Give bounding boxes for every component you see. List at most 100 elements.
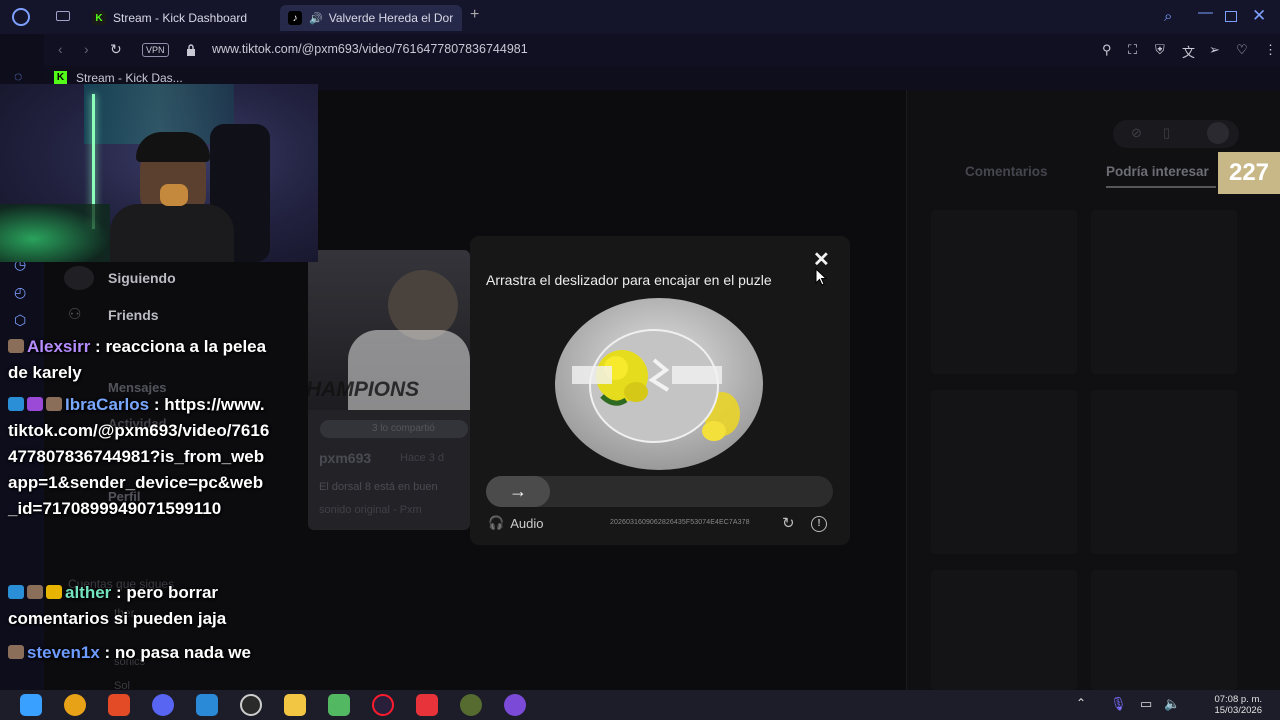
puzzle-image xyxy=(554,296,764,472)
opera-gx-icon[interactable] xyxy=(372,694,394,716)
close-window-icon[interactable]: ✕ xyxy=(1252,6,1266,26)
video-sound[interactable]: sonido original - Pxm xyxy=(319,504,422,516)
coin-app-icon[interactable] xyxy=(64,694,86,716)
brave-icon[interactable] xyxy=(108,694,130,716)
tab-suggested[interactable]: Podría interesar xyxy=(1106,164,1209,179)
device-icon[interactable]: ▯ xyxy=(1163,125,1170,141)
suggested-video-tile[interactable] xyxy=(1091,570,1237,690)
headphones-icon: 🎧 xyxy=(488,515,505,530)
chat-username[interactable]: steven1x xyxy=(27,643,100,662)
tab-comments[interactable]: Comentarios xyxy=(965,164,1048,179)
streamer-hair xyxy=(136,132,210,162)
captcha-slider-track[interactable]: → xyxy=(486,476,833,507)
nav-friends[interactable]: Friends xyxy=(108,307,159,323)
tab-islands-icon[interactable] xyxy=(56,11,70,21)
opera-logo-icon[interactable] xyxy=(12,8,30,26)
panel-actions: ⊘ ▯ xyxy=(1113,120,1239,148)
app-icon[interactable] xyxy=(460,694,482,716)
aria-icon[interactable]: ◌ xyxy=(14,68,22,84)
emote-badge-icon xyxy=(46,397,62,411)
vpn-badge[interactable]: VPN xyxy=(142,43,169,57)
chat-message: IbraCarlos : https://www.tiktok.com/@pxm… xyxy=(8,395,270,518)
chat-text: no pasa nada we xyxy=(114,643,251,662)
new-tab-icon[interactable]: + xyxy=(470,6,479,24)
tab-kick-dashboard[interactable]: K Stream - Kick Dashboard xyxy=(84,5,274,31)
video-description: El dorsal 8 está en buen xyxy=(319,481,438,493)
snapshot-icon[interactable]: ⛶ xyxy=(1128,42,1137,58)
avatar[interactable] xyxy=(1207,122,1229,144)
boost-badge-icon xyxy=(8,585,24,599)
taskbar-clock[interactable]: 07:08 p. m. 15/03/2026 xyxy=(1214,694,1262,716)
search-icon[interactable]: ⌕ xyxy=(1164,8,1172,25)
boost-badge-icon xyxy=(8,397,24,411)
emote-badge-icon xyxy=(8,645,24,659)
suggested-video-tile[interactable] xyxy=(1091,210,1237,374)
chat-app-icon[interactable] xyxy=(504,694,526,716)
speaker-icon[interactable]: 🔊 xyxy=(309,12,323,25)
shield-icon[interactable]: ⛨ xyxy=(1155,42,1165,58)
clock-time: 07:08 p. m. xyxy=(1214,694,1262,705)
chat-username[interactable]: IbraCarlos xyxy=(65,395,149,414)
chat-username[interactable]: alther xyxy=(65,583,111,602)
chat-username[interactable]: Alexsirr xyxy=(27,337,90,356)
lock-icon[interactable] xyxy=(186,43,196,56)
video-time: Hace 3 d xyxy=(400,452,445,464)
discord-icon[interactable] xyxy=(152,694,174,716)
maximize-icon[interactable] xyxy=(1225,11,1237,22)
suggested-video-tile[interactable] xyxy=(931,390,1077,554)
forward-icon[interactable]: › xyxy=(84,41,89,57)
clock-icon[interactable]: ◴ xyxy=(14,284,26,301)
translate-icon[interactable]: 文 xyxy=(1182,42,1195,61)
url-field[interactable]: www.tiktok.com/@pxm693/video/76164778078… xyxy=(212,42,528,56)
captcha-id: 2026031609062826435F53074E4EC7A378 xyxy=(610,519,750,526)
reload-icon[interactable]: ↻ xyxy=(110,41,122,58)
gem-badge-icon xyxy=(27,397,43,411)
store-icon[interactable] xyxy=(196,694,218,716)
jersey-text: HAMPIONS xyxy=(308,378,420,401)
back-icon[interactable]: ‹ xyxy=(58,41,63,57)
file-explorer-icon[interactable] xyxy=(284,694,306,716)
viewer-counter: 227 xyxy=(1218,152,1280,194)
windows-start-icon[interactable] xyxy=(20,694,42,716)
suggested-video-tile[interactable] xyxy=(1091,390,1237,554)
streamer-hand xyxy=(160,184,188,206)
chat-message: alther : pero borrar comentarios si pued… xyxy=(8,583,227,628)
video-player[interactable]: HAMPIONS 3 lo compartió pxm693 Hace 3 d … xyxy=(308,250,470,530)
bookmark-kick-dashboard[interactable]: Stream - Kick Das... xyxy=(76,71,183,85)
pin-icon[interactable]: ⚲ xyxy=(1102,42,1112,58)
audio-label: Audio xyxy=(510,515,544,531)
send-icon[interactable]: ➢ xyxy=(1209,42,1220,58)
report-icon[interactable]: ! xyxy=(811,516,827,532)
taskbar: ⌃ 🎙 ▭ 🔈 07:08 p. m. 15/03/2026 xyxy=(0,690,1280,720)
following-avatar xyxy=(64,266,94,290)
minimize-icon[interactable]: — xyxy=(1198,4,1213,21)
volume-icon[interactable]: 🔈 xyxy=(1164,696,1180,712)
menu-icon[interactable]: ⋮ xyxy=(1264,42,1277,58)
captcha-title: Arrastra el deslizador para encajar en e… xyxy=(486,272,772,288)
app-icon[interactable] xyxy=(416,694,438,716)
obs-icon[interactable] xyxy=(240,694,262,716)
kick-icon: K xyxy=(92,11,106,25)
tab-underline xyxy=(1106,186,1216,188)
browser-tab-bar: K Stream - Kick Dashboard ♪ 🔊 Valverde H… xyxy=(0,0,1280,34)
refresh-icon[interactable]: ↻ xyxy=(782,514,795,532)
game-controller-icon[interactable] xyxy=(328,694,350,716)
link-icon[interactable]: ⊘ xyxy=(1131,125,1142,141)
captcha-audio-button[interactable]: 🎧 Audio xyxy=(488,515,543,531)
suggested-video-tile[interactable] xyxy=(931,570,1077,690)
captcha-dialog: ✕ Arrastra el deslizador para encajar en… xyxy=(470,236,850,545)
extensions-icon[interactable]: ⬡ xyxy=(14,312,26,329)
captcha-slider-handle[interactable]: → xyxy=(486,476,550,507)
green-light xyxy=(0,204,110,262)
tray-chevron-icon[interactable]: ⌃ xyxy=(1076,696,1086,710)
suggested-video-tile[interactable] xyxy=(931,210,1077,374)
tab-tiktok-video[interactable]: ♪ 🔊 Valverde Hereda el Dor xyxy=(280,5,462,31)
network-icon[interactable]: ▭ xyxy=(1140,696,1152,712)
video-author[interactable]: pxm693 xyxy=(319,450,371,466)
heart-icon[interactable]: ♡ xyxy=(1236,42,1248,58)
chat-message: Alexsirr : reacciona a la pelea de karel… xyxy=(8,337,267,382)
tab-label: Valverde Hereda el Dor xyxy=(328,11,454,25)
microphone-icon[interactable]: 🎙 xyxy=(1110,696,1127,712)
nav-following[interactable]: Siguiendo xyxy=(108,270,176,286)
kick-icon: K xyxy=(54,71,67,84)
